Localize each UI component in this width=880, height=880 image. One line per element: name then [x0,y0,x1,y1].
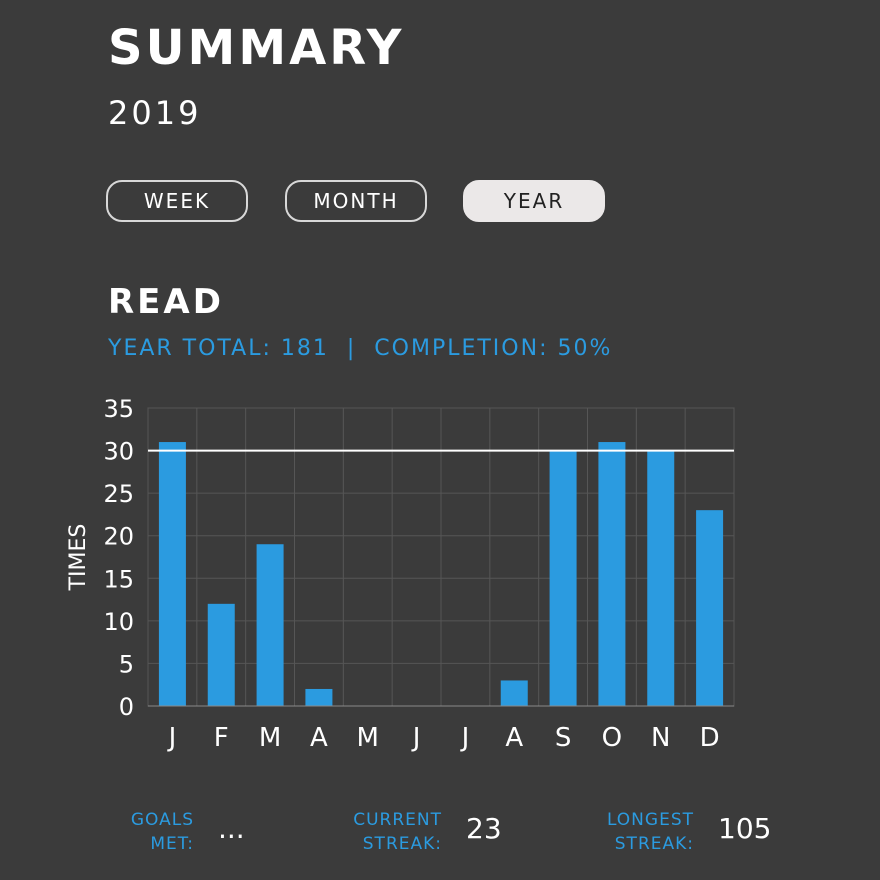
goals-met-label: GOALS MET: [100,808,194,856]
goals-met-value: ... [218,812,245,845]
x-tick-label: M [357,723,379,753]
longest-streak-value: 105 [718,812,772,845]
bar [500,680,528,706]
goals-met-label-line2: MET: [150,834,194,854]
bar [207,603,235,706]
bar [256,544,284,706]
y-tick-label: 0 [119,693,134,721]
current-streak-label-line2: STREAK: [362,834,442,854]
current-streak-label: CURRENT STREAK: [330,808,442,856]
y-tick-label: 30 [103,438,134,466]
bar [598,442,626,706]
longest-streak-label-line2: STREAK: [614,834,694,854]
bar [647,450,675,706]
x-tick-label: O [602,723,622,753]
x-tick-label: M [259,723,281,753]
bar [549,450,577,706]
longest-streak-label: LONGEST STREAK: [582,808,694,856]
x-tick-label: J [460,723,470,753]
y-tick-label: 35 [103,395,134,423]
y-axis-label: TIMES [66,524,91,592]
x-tick-label: J [411,723,421,753]
y-tick-label: 15 [103,565,134,593]
goals-met-label-line1: GOALS [130,810,194,830]
x-tick-label: F [214,723,229,753]
y-tick-label: 5 [119,650,134,678]
x-tick-label: D [700,723,720,753]
bar [696,510,724,706]
y-tick-label: 25 [103,480,134,508]
current-streak-label-line1: CURRENT [353,810,442,830]
bar [305,688,333,706]
x-tick-label: J [167,723,177,753]
x-tick-label: A [310,723,328,753]
bar-chart: 05101520253035J F M A M J J A S O N DTIMES [66,395,735,753]
x-tick-label: A [505,723,523,753]
bar [158,442,186,706]
current-streak-value: 23 [466,812,502,845]
x-tick-label: S [555,723,572,753]
y-tick-label: 20 [103,523,134,551]
x-tick-label: N [651,723,670,753]
y-tick-label: 10 [103,608,134,636]
longest-streak-label-line1: LONGEST [606,810,694,830]
